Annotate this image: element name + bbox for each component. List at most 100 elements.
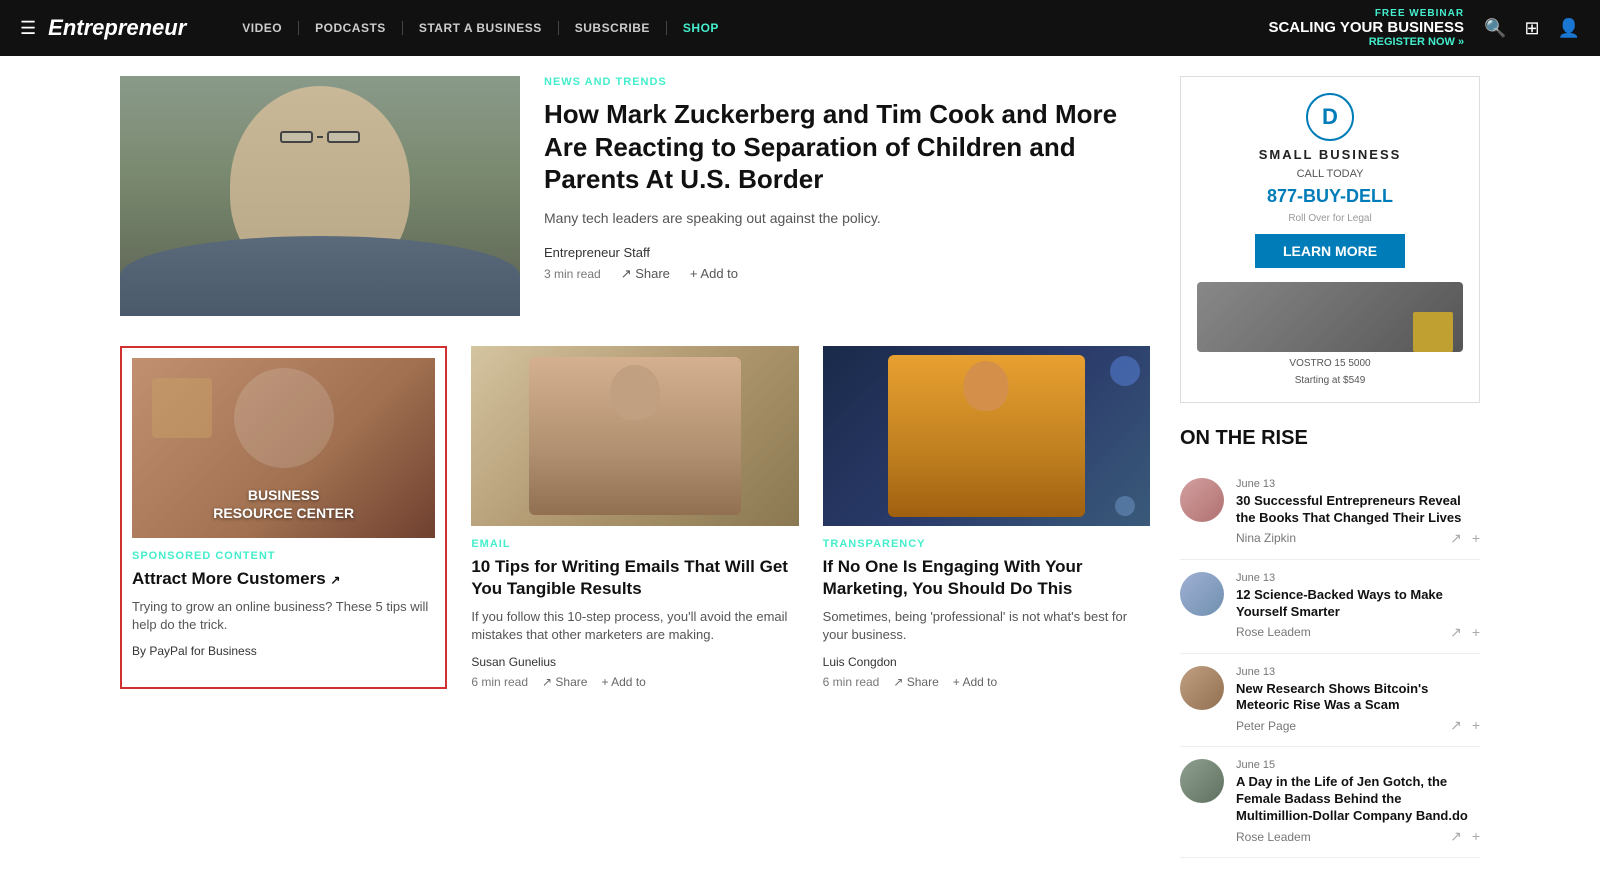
brc-by-author: By PayPal for Business (132, 644, 435, 658)
webinar-promo[interactable]: FREE WEBINAR SCALING YOUR BUSINESS REGIS… (1268, 8, 1464, 48)
rise-add-3[interactable]: + (1472, 828, 1480, 845)
add-icon[interactable]: ⊞ (1524, 18, 1539, 39)
site-header: ☰ Entrepreneur VIDEO PODCASTS START A BU… (0, 0, 1600, 56)
rise-add-0[interactable]: + (1472, 530, 1480, 547)
email-title[interactable]: 10 Tips for Writing Emails That Will Get… (471, 556, 798, 600)
featured-title[interactable]: How Mark Zuckerberg and Tim Cook and Mor… (544, 98, 1150, 196)
ad-legal: Roll Over for Legal (1288, 213, 1371, 224)
rise-share-3[interactable]: ↗ (1450, 828, 1462, 845)
featured-image[interactable] (120, 76, 520, 316)
brc-overlay-text: BUSINESS RESOURCE CENTER (213, 486, 354, 522)
rise-content-2: June 13 New Research Shows Bitcoin's Met… (1236, 666, 1480, 735)
featured-share-button[interactable]: ↗ Share (621, 266, 670, 282)
article-card-transparency[interactable]: TRANSPARENCY If No One Is Engaging With … (823, 346, 1150, 689)
rise-title-2[interactable]: New Research Shows Bitcoin's Meteoric Ri… (1236, 681, 1480, 715)
ad-phone: 877-BUY-DELL (1267, 186, 1393, 207)
ad-product-image (1197, 282, 1463, 352)
rise-author-1: Rose Leadem (1236, 625, 1311, 639)
rise-date-1: June 13 (1236, 572, 1480, 584)
brc-title[interactable]: Attract More Customers ↗ (132, 568, 435, 590)
transparency-excerpt: Sometimes, being 'professional' is not w… (823, 608, 1150, 644)
article-card-email[interactable]: EMAIL 10 Tips for Writing Emails That Wi… (471, 346, 798, 689)
webinar-free-label: FREE WEBINAR (1268, 8, 1464, 19)
transparency-category: TRANSPARENCY (823, 538, 1150, 550)
nav-podcasts[interactable]: PODCASTS (299, 21, 403, 35)
rise-share-1[interactable]: ↗ (1450, 624, 1462, 641)
email-meta: 6 min read ↗ Share + Add to (471, 675, 798, 689)
featured-read-time: 3 min read (544, 267, 601, 281)
rise-item-0: June 13 30 Successful Entrepreneurs Reve… (1180, 466, 1480, 560)
header-icons: 🔍 ⊞ 👤 (1484, 18, 1580, 39)
transparency-meta: 6 min read ↗ Share + Add to (823, 675, 1150, 689)
brc-category: SPONSORED CONTENT (132, 550, 435, 562)
transparency-card-image (823, 346, 1150, 526)
rise-title-3[interactable]: A Day in the Life of Jen Gotch, the Fema… (1236, 774, 1480, 825)
rise-title-1[interactable]: 12 Science-Backed Ways to Make Yourself … (1236, 587, 1480, 621)
nav-video[interactable]: VIDEO (226, 21, 299, 35)
featured-article: NEWS AND TRENDS How Mark Zuckerberg and … (120, 76, 1150, 316)
user-icon[interactable]: 👤 (1558, 18, 1580, 39)
email-excerpt: If you follow this 10-step process, you'… (471, 608, 798, 644)
article-card-brc[interactable]: BUSINESS RESOURCE CENTER SPONSORED CONTE… (120, 346, 447, 689)
on-the-rise-section: ON THE RISE June 13 30 Successful Entrep… (1180, 427, 1480, 858)
rise-content-3: June 15 A Day in the Life of Jen Gotch, … (1236, 759, 1480, 845)
rise-item-3: June 15 A Day in the Life of Jen Gotch, … (1180, 747, 1480, 858)
featured-text: NEWS AND TRENDS How Mark Zuckerberg and … (544, 76, 1150, 282)
transparency-author: Luis Congdon (823, 655, 1150, 669)
rise-author-3: Rose Leadem (1236, 830, 1311, 844)
rise-share-0[interactable]: ↗ (1450, 530, 1462, 547)
transparency-addto-button[interactable]: + Add to (953, 675, 997, 689)
sidebar: D SMALL BUSINESS CALL TODAY 877-BUY-DELL… (1180, 76, 1480, 858)
rise-date-2: June 13 (1236, 666, 1480, 678)
featured-category: NEWS AND TRENDS (544, 76, 1150, 88)
email-card-image (471, 346, 798, 526)
rise-author-0: Nina Zipkin (1236, 531, 1296, 545)
rise-date-3: June 15 (1236, 759, 1480, 771)
rise-date-0: June 13 (1236, 478, 1480, 490)
transparency-share-button[interactable]: ↗ Share (893, 675, 938, 689)
rise-avatar-3 (1180, 759, 1224, 803)
rise-author-2: Peter Page (1236, 719, 1296, 733)
ad-learn-more-button[interactable]: LEARN MORE (1255, 234, 1405, 268)
search-icon[interactable]: 🔍 (1484, 18, 1506, 39)
webinar-title: SCALING YOUR BUSINESS (1268, 19, 1464, 36)
sidebar-ad[interactable]: D SMALL BUSINESS CALL TODAY 877-BUY-DELL… (1180, 76, 1480, 403)
site-logo[interactable]: Entrepreneur (48, 15, 186, 41)
rise-add-1[interactable]: + (1472, 624, 1480, 641)
on-the-rise-title: ON THE RISE (1180, 427, 1480, 450)
email-addto-button[interactable]: + Add to (601, 675, 645, 689)
featured-actions: 3 min read ↗ Share + Add to (544, 266, 1150, 282)
content-area: NEWS AND TRENDS How Mark Zuckerberg and … (120, 76, 1180, 858)
rise-item-2: June 13 New Research Shows Bitcoin's Met… (1180, 654, 1480, 748)
email-author: Susan Gunelius (471, 655, 798, 669)
featured-author: Entrepreneur Staff (544, 245, 1150, 260)
main-layout: NEWS AND TRENDS How Mark Zuckerberg and … (100, 56, 1500, 878)
rise-avatar-1 (1180, 572, 1224, 616)
ad-dell-logo: D (1306, 93, 1354, 141)
featured-excerpt: Many tech leaders are speaking out again… (544, 208, 1150, 229)
transparency-read-time: 6 min read (823, 675, 880, 689)
brc-card-image: BUSINESS RESOURCE CENTER (132, 358, 435, 538)
rise-avatar-2 (1180, 666, 1224, 710)
nav-shop[interactable]: SHOP (667, 21, 735, 35)
article-grid: BUSINESS RESOURCE CENTER SPONSORED CONTE… (120, 346, 1150, 689)
email-share-button[interactable]: ↗ Share (542, 675, 587, 689)
ad-product-name: VOSTRO 15 5000 (1289, 358, 1370, 369)
nav-subscribe[interactable]: SUBSCRIBE (559, 21, 667, 35)
rise-item-1: June 13 12 Science-Backed Ways to Make Y… (1180, 560, 1480, 654)
featured-addto-button[interactable]: + Add to (690, 266, 738, 281)
rise-title-0[interactable]: 30 Successful Entrepreneurs Reveal the B… (1236, 493, 1480, 527)
rise-content-1: June 13 12 Science-Backed Ways to Make Y… (1236, 572, 1480, 641)
hamburger-icon[interactable]: ☰ (20, 18, 36, 39)
ad-price: Starting at $549 (1295, 375, 1366, 386)
brc-excerpt: Trying to grow an online business? These… (132, 598, 435, 634)
transparency-title[interactable]: If No One Is Engaging With Your Marketin… (823, 556, 1150, 600)
rise-content-0: June 13 30 Successful Entrepreneurs Reve… (1236, 478, 1480, 547)
rise-share-2[interactable]: ↗ (1450, 717, 1462, 734)
email-category: EMAIL (471, 538, 798, 550)
nav-start-business[interactable]: START A BUSINESS (403, 21, 559, 35)
rise-add-2[interactable]: + (1472, 717, 1480, 734)
rise-avatar-0 (1180, 478, 1224, 522)
ad-call-today: CALL TODAY (1297, 168, 1364, 180)
ad-small-business: SMALL BUSINESS (1259, 147, 1402, 162)
